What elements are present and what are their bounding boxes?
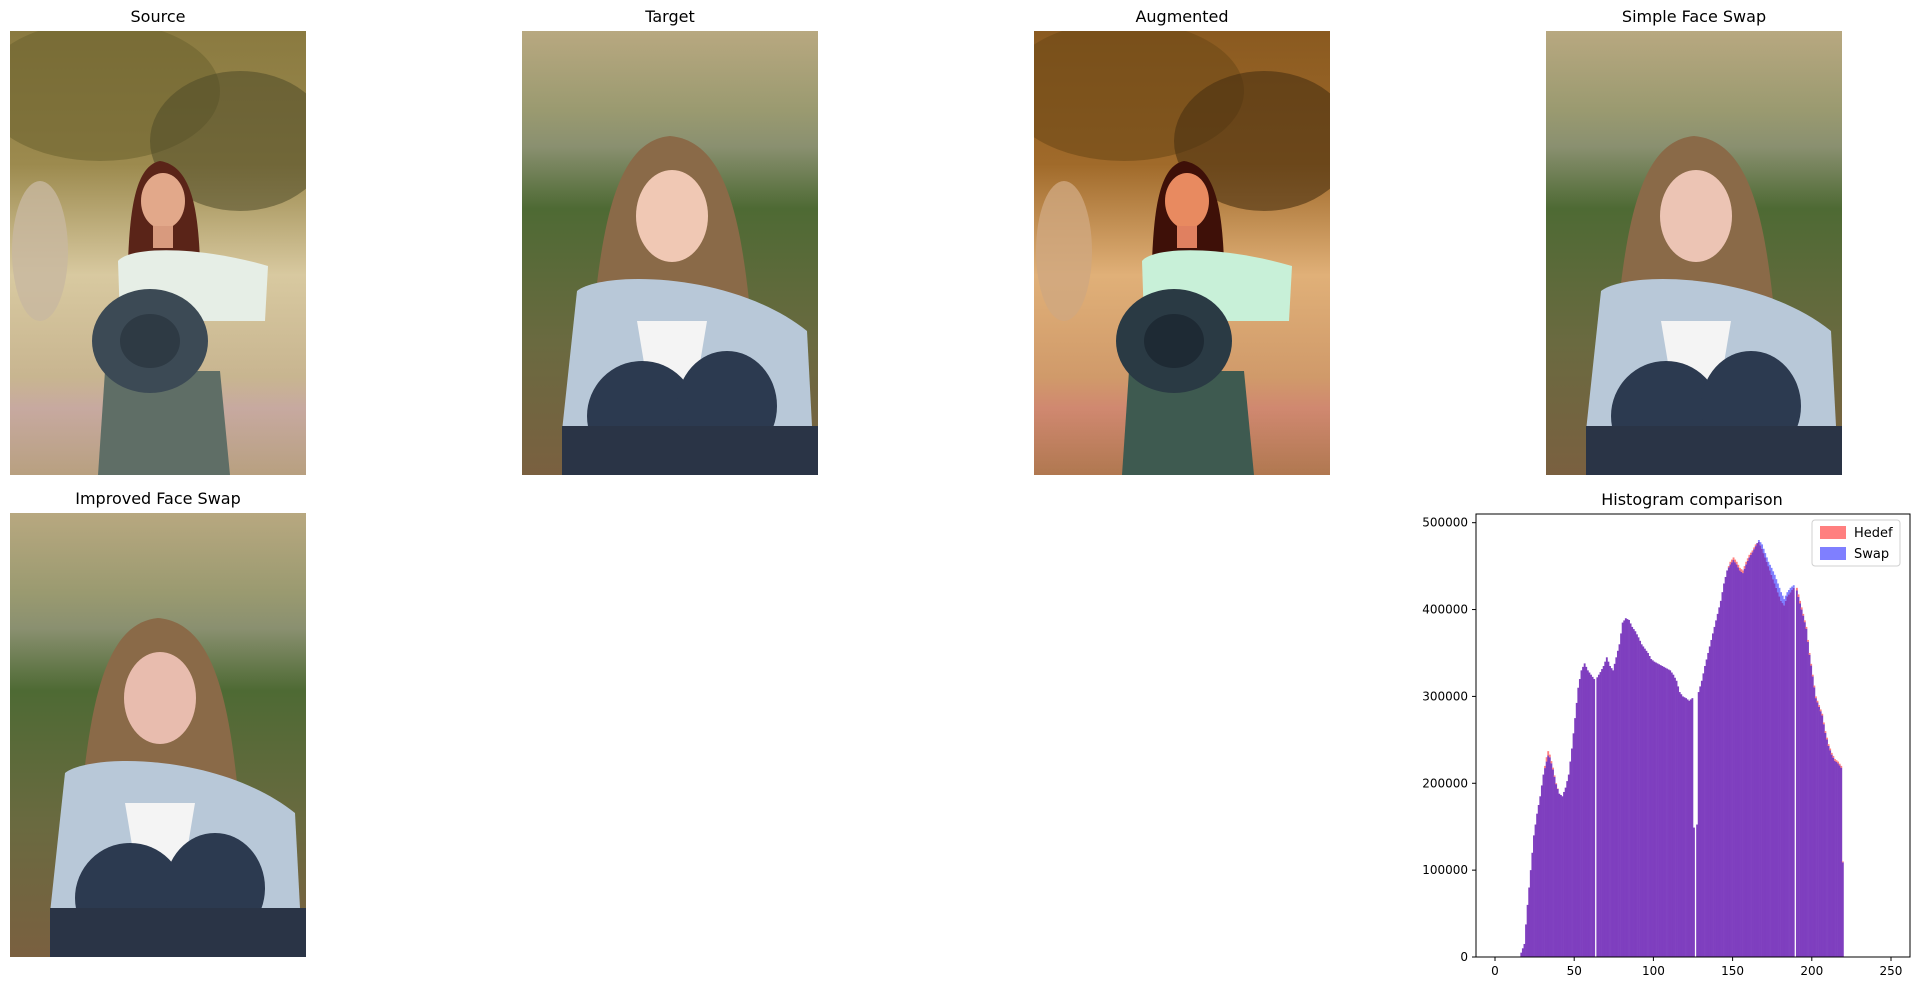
histogram-bar-hedef (1838, 763, 1841, 766)
y-tick-label: 400000 (1422, 603, 1468, 617)
histogram-bar-hedef (1818, 705, 1821, 707)
x-tick-label: 250 (1880, 964, 1903, 978)
histogram-bar-hedef (1827, 744, 1830, 746)
legend-swatch-swap (1820, 547, 1846, 560)
histogram-bar-hedef (1814, 696, 1817, 699)
y-tick-label: 500000 (1422, 516, 1468, 530)
y-tick-label: 100000 (1422, 863, 1468, 877)
x-tick-label: 100 (1642, 964, 1665, 978)
histogram-bar-hedef (1802, 613, 1805, 616)
x-tick-label: 200 (1800, 964, 1823, 978)
histogram-bar-swap (1761, 544, 1763, 549)
chart-title: Histogram comparison (1601, 490, 1783, 509)
histogram-bar-swap (1757, 540, 1760, 542)
histogram-bar-hedef (1555, 783, 1558, 785)
histogram-bar-hedef (1548, 754, 1551, 758)
histogram-bar-hedef (1735, 561, 1738, 565)
histogram-bar-hedef (1553, 775, 1556, 777)
histogram-bar-hedef (1822, 722, 1825, 725)
histogram-bar (1693, 827, 1695, 957)
histogram-bar-hedef (1816, 700, 1819, 703)
histogram-bar-hedef (1824, 731, 1827, 733)
histogram-bar-swap (1762, 548, 1765, 554)
histogram-bar-hedef (1810, 663, 1813, 666)
x-tick-label: 0 (1491, 964, 1499, 978)
histogram-bar-hedef (1795, 587, 1798, 591)
histogram-bar-hedef (1797, 594, 1800, 597)
legend-swatch-hedef (1820, 526, 1846, 539)
histogram-bar-hedef (1737, 564, 1740, 568)
histogram-bar-hedef (1826, 737, 1828, 740)
histogram-bar-hedef (1808, 652, 1811, 655)
y-tick-label: 300000 (1422, 689, 1468, 703)
histogram-bar-swap (1765, 557, 1768, 562)
histogram-bar-hedef (1840, 765, 1843, 768)
histogram-bar-hedef (1819, 709, 1822, 712)
histogram-bar (1792, 587, 1795, 957)
histogram-bar-hedef (1805, 626, 1808, 629)
histogram-bar-hedef (1800, 607, 1803, 610)
histogram-bar (1841, 862, 1844, 957)
histogram-bar-hedef (1841, 861, 1844, 863)
y-tick-label: 0 (1460, 950, 1468, 964)
histogram-chart: Histogram comparison 0 50 100 150 200 250 0 100… (1422, 490, 1911, 978)
histogram-bar-hedef (1550, 761, 1553, 764)
histogram-bar-hedef (1829, 748, 1832, 751)
histogram-bar-hedef (1830, 752, 1833, 755)
histogram-bar-hedef (1813, 685, 1816, 688)
y-tick-label: 200000 (1422, 776, 1468, 790)
histogram-bar-swap (1792, 585, 1795, 588)
histogram-bar (1593, 679, 1596, 957)
histogram-bar-hedef (1811, 674, 1814, 677)
histogram-bar-hedef (1803, 620, 1806, 623)
x-tick-label: 50 (1567, 964, 1582, 978)
histogram-bar-hedef (1807, 639, 1809, 642)
legend-label-hedef: Hedef (1854, 526, 1893, 541)
histogram-bar-hedef (1832, 755, 1835, 758)
legend-label-swap: Swap (1854, 547, 1889, 562)
x-tick-label: 150 (1721, 964, 1744, 978)
histogram-bar-hedef (1837, 761, 1840, 764)
histogram-bars (1520, 540, 1844, 957)
histogram-bar-hedef (1552, 767, 1554, 770)
chart-legend: Hedef Swap (1811, 519, 1901, 567)
histogram-bar-hedef (1799, 600, 1802, 604)
histogram-bar-swap (1764, 553, 1767, 558)
histogram-bar-hedef (1821, 713, 1824, 716)
